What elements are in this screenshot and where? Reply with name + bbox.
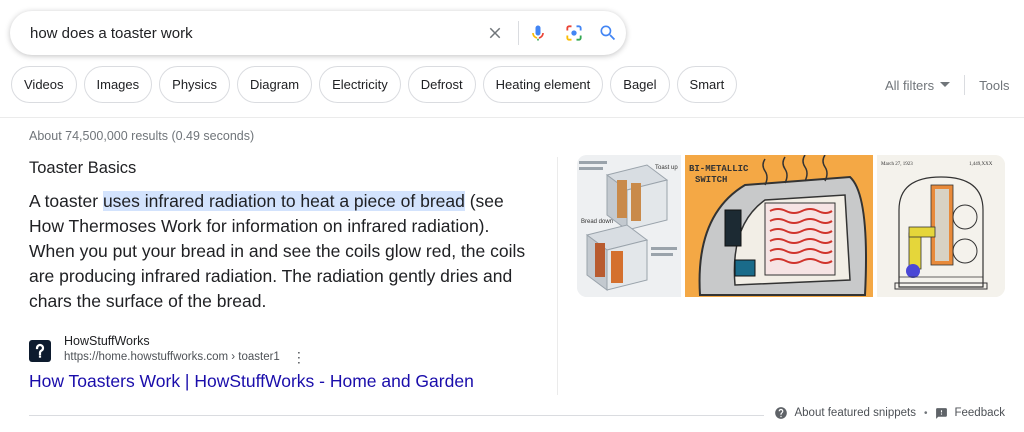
- close-icon[interactable]: [481, 19, 509, 47]
- toaster-bimetallic-switch-image[interactable]: BI-METALLIC SWITCH: [685, 155, 873, 297]
- site-url-row: https://home.howstuffworks.com › toaster…: [64, 349, 306, 365]
- tools-button[interactable]: Tools: [979, 78, 1009, 93]
- more-options-icon[interactable]: ⋮: [292, 350, 306, 364]
- chip-diagram[interactable]: Diagram: [236, 66, 313, 103]
- image-label: BI-METALLIC: [689, 164, 749, 174]
- result-stats: About 74,500,000 results (0.49 seconds): [29, 129, 255, 143]
- chip-smart[interactable]: Smart: [676, 66, 738, 103]
- all-filters-label: All filters: [885, 77, 935, 93]
- snippet-divider: [557, 157, 558, 395]
- site-favicon-icon: [29, 340, 51, 362]
- toaster-cutaway-diagram-image[interactable]: Toast up Bread down: [577, 155, 681, 297]
- chip-electricity[interactable]: Electricity: [319, 66, 401, 103]
- snippet-images: Toast up Bread down BI-METALLIC SWITCH M…: [577, 155, 1005, 297]
- toaster-patent-drawing-image[interactable]: March 27, 1923 1,449,XXX: [877, 155, 1005, 297]
- image-label: March 27, 1923: [881, 162, 913, 167]
- tools-area: All filters Tools: [870, 66, 1009, 104]
- site-url: https://home.howstuffworks.com › toaster…: [64, 351, 280, 363]
- help-icon: [775, 407, 788, 419]
- search-box: [10, 11, 626, 55]
- snippet-source: HowStuffWorks https://home.howstuffworks…: [29, 333, 306, 365]
- about-featured-snippets-label: About featured snippets: [794, 407, 916, 419]
- chip-videos[interactable]: Videos: [11, 66, 77, 103]
- image-label: Toast up: [655, 165, 678, 171]
- snippet-footer: About featured snippets • Feedback: [774, 406, 1005, 420]
- chip-defrost[interactable]: Defrost: [407, 66, 476, 103]
- chip-heating-element[interactable]: Heating element: [482, 66, 604, 103]
- image-label: 1,449,XXX: [969, 162, 993, 167]
- chip-physics[interactable]: Physics: [159, 66, 230, 103]
- feedback-button[interactable]: Feedback: [935, 407, 1005, 420]
- header-divider: [0, 117, 1024, 118]
- filter-chips: Videos Images Physics Diagram Electricit…: [11, 66, 738, 104]
- snippet-text-before: A toaster: [29, 191, 103, 211]
- tools-divider: [964, 75, 966, 95]
- search-box-divider: [518, 21, 519, 45]
- microphone-icon[interactable]: [524, 19, 552, 47]
- snippet-text: A toaster uses infrared radiation to hea…: [29, 189, 539, 314]
- chip-bagel[interactable]: Bagel: [610, 66, 670, 103]
- snippet-bottom-divider: [29, 415, 764, 416]
- snippet-title: Toaster Basics: [29, 159, 137, 177]
- all-filters-button[interactable]: All filters: [870, 77, 951, 93]
- image-label: SWITCH: [695, 175, 727, 185]
- footer-separator-dot: •: [923, 407, 928, 419]
- caret-down-icon: [940, 82, 951, 87]
- image-label: Bread down: [581, 219, 613, 225]
- result-title-link[interactable]: How Toasters Work | HowStuffWorks - Home…: [29, 371, 474, 392]
- about-featured-snippets-button[interactable]: About featured snippets: [774, 406, 916, 420]
- snippet-text-highlight: uses infrared radiation to heat a piece …: [102, 191, 465, 211]
- feedback-icon: [936, 407, 948, 419]
- source-text: HowStuffWorks https://home.howstuffworks…: [64, 333, 306, 365]
- search-input[interactable]: [30, 11, 470, 55]
- site-name: HowStuffWorks: [64, 334, 150, 348]
- chip-images[interactable]: Images: [83, 66, 153, 103]
- camera-lens-icon[interactable]: [560, 19, 588, 47]
- feedback-label: Feedback: [954, 407, 1005, 419]
- search-icon[interactable]: [594, 19, 622, 47]
